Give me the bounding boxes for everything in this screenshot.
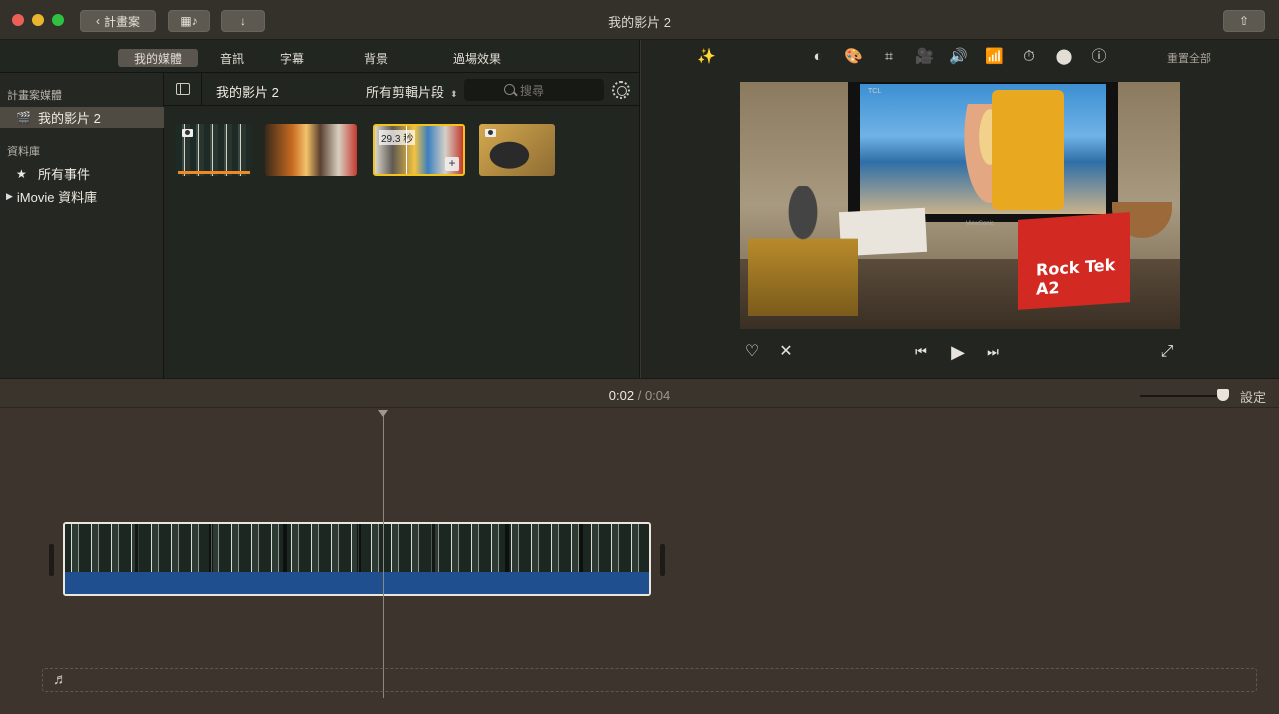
- clip-thumbnail-selected[interactable]: 29.3 秒 +: [373, 124, 465, 176]
- imovie-window: ‹ 計畫案 ▦♪ ↓ 我的影片 2 ⇧ 我的媒體 音訊 字幕 背景 過場效果 計…: [0, 0, 1279, 714]
- viewer-panel: ✨ ◐ 🎨 ⌗ 🎥 🔊 📶 ⏱ ⬤ ⓘ 重置全部 TCL ViewSonic R…: [641, 40, 1279, 378]
- crop-icon[interactable]: ⌗: [880, 48, 898, 66]
- info-icon[interactable]: ⓘ: [1090, 48, 1108, 66]
- search-input[interactable]: 搜尋: [464, 79, 604, 101]
- total-duration: 0:04: [644, 388, 671, 403]
- timeline-clip-audio: [65, 572, 649, 594]
- adjustments-bar: ✨ ◐ 🎨 ⌗ 🎥 🔊 📶 ⏱ ⬤ ⓘ 重置全部: [641, 40, 1279, 74]
- magic-wand-icon[interactable]: ✨: [697, 48, 716, 66]
- music-note-icon: ♬: [53, 671, 68, 688]
- reject-icon[interactable]: ✕: [776, 342, 796, 362]
- used-range-bar: [178, 171, 250, 174]
- clapperboard-icon: 🎬: [16, 110, 31, 125]
- stabilization-icon[interactable]: 🎥: [915, 48, 934, 66]
- clip-filter-select[interactable]: 所有剪輯片段 ⬍: [366, 82, 458, 101]
- viewer-controls: ♡ ✕ ⏮ ▶ ⏭ ⤢: [641, 338, 1279, 368]
- zoom-slider-track[interactable]: [1140, 395, 1224, 397]
- video-monitor: [848, 82, 1118, 222]
- skimmer-line: [406, 126, 407, 174]
- clip-thumbnail[interactable]: [479, 124, 555, 176]
- toggle-sidebar-icon[interactable]: [176, 83, 190, 95]
- volume-icon[interactable]: 🔊: [949, 48, 968, 66]
- library-sidebar: 計畫案媒體 🎬 我的影片 2 資料庫 ★ 所有事件 ▶ iMovie 資料庫: [0, 73, 164, 378]
- sidebar-heading-libraries: 資料庫: [7, 146, 40, 158]
- add-to-timeline-icon[interactable]: +: [445, 157, 459, 171]
- search-icon: [504, 84, 515, 95]
- camera-icon: [485, 129, 496, 137]
- browser-tab-bar: 我的媒體 音訊 字幕 背景 過場效果: [0, 40, 640, 73]
- equalizer-icon[interactable]: 📶: [985, 48, 1004, 66]
- clip-thumbnail[interactable]: [265, 124, 357, 176]
- reset-all-button[interactable]: 重置全部: [1167, 50, 1211, 66]
- timecode-display: 0:02 / 0:04: [0, 388, 1279, 403]
- sidebar-item-project[interactable]: 🎬 我的影片 2: [0, 107, 164, 128]
- timecode-separator: /: [637, 388, 642, 403]
- video-text-viewsonic: ViewSonic: [966, 221, 994, 227]
- sidebar-item-label: iMovie 資料庫: [16, 190, 98, 205]
- up-down-arrows-icon: ⬍: [450, 89, 458, 99]
- timeline[interactable]: ♬: [0, 408, 1279, 714]
- tab-my-media[interactable]: 我的媒體: [118, 49, 198, 67]
- favorite-heart-icon[interactable]: ♡: [741, 342, 763, 362]
- sidebar-item-label: 所有事件: [38, 167, 91, 182]
- share-button[interactable]: ⇧: [1223, 10, 1265, 32]
- video-robot: [748, 186, 858, 316]
- trim-handle-right[interactable]: [660, 544, 665, 576]
- background-music-well[interactable]: ♬: [42, 668, 1257, 692]
- play-icon[interactable]: ▶: [947, 342, 969, 362]
- video-text-tcl: TCL: [868, 88, 882, 95]
- speed-icon[interactable]: ⏱: [1020, 48, 1038, 66]
- video-red-box: Rock Tek A2: [1018, 212, 1130, 310]
- trim-handle-left[interactable]: [49, 544, 54, 576]
- window-title: 我的影片 2: [608, 15, 671, 30]
- current-time: 0:02: [608, 388, 635, 403]
- color-palette-icon[interactable]: 🎨: [844, 48, 863, 66]
- color-balance-icon[interactable]: ◐: [809, 48, 827, 66]
- zoom-slider-thumb[interactable]: [1217, 389, 1229, 401]
- tab-audio[interactable]: 音訊: [210, 49, 254, 67]
- search-placeholder: 搜尋: [520, 83, 545, 98]
- media-browser-panel: 我的媒體 音訊 字幕 背景 過場效果 計畫案媒體 🎬 我的影片 2 資料庫 ★ …: [0, 40, 640, 378]
- skip-forward-icon[interactable]: ⏭: [983, 342, 1003, 362]
- clip-browser: 29.3 秒 +: [164, 106, 640, 378]
- skip-back-icon[interactable]: ⏮: [911, 342, 931, 362]
- title-bar: ‹ 計畫案 ▦♪ ↓ 我的影片 2 ⇧: [0, 0, 1279, 40]
- camera-icon: [182, 129, 193, 137]
- gear-icon[interactable]: [612, 81, 630, 99]
- timeline-clip[interactable]: [63, 522, 651, 596]
- disclosure-triangle-icon[interactable]: ▶: [6, 191, 13, 202]
- share-icon: ⇧: [1238, 14, 1250, 28]
- timeline-settings-button[interactable]: 設定: [1240, 387, 1266, 406]
- sidebar-item-imovie-library[interactable]: ▶ iMovie 資料庫: [0, 186, 164, 207]
- video-text-box: Rock Tek A2: [1036, 255, 1116, 299]
- timeline-clip-filmstrip: [65, 524, 649, 574]
- sidebar-heading-project-media: 計畫案媒體: [7, 90, 62, 102]
- content-toolbar: 我的影片 2 所有剪輯片段 ⬍ 搜尋: [164, 73, 640, 106]
- sidebar-item-all-events[interactable]: ★ 所有事件: [0, 163, 164, 184]
- clip-duration-label: 29.3 秒: [379, 130, 416, 145]
- content-title: 我的影片 2: [216, 85, 279, 100]
- clip-thumbnail[interactable]: [176, 124, 252, 176]
- clip-filter-label: 所有剪輯片段: [366, 85, 445, 100]
- playhead-line: [383, 416, 384, 698]
- tab-transitions[interactable]: 過場效果: [440, 49, 514, 67]
- video-monitor-screen: [860, 84, 1106, 214]
- fullscreen-icon[interactable]: ⤢: [1157, 342, 1177, 362]
- video-orange-object: [992, 90, 1064, 210]
- clip-filter-icon[interactable]: ⬤: [1055, 48, 1073, 66]
- video-preview: TCL ViewSonic Rock Tek A2: [740, 82, 1180, 329]
- tab-titles[interactable]: 字幕: [270, 49, 314, 67]
- star-icon: ★: [16, 166, 27, 181]
- sidebar-item-label: 我的影片 2: [38, 111, 101, 126]
- timeline-header: 0:02 / 0:04 設定: [0, 378, 1279, 408]
- toolbar-divider: [201, 73, 202, 106]
- tab-backgrounds[interactable]: 背景: [354, 49, 398, 67]
